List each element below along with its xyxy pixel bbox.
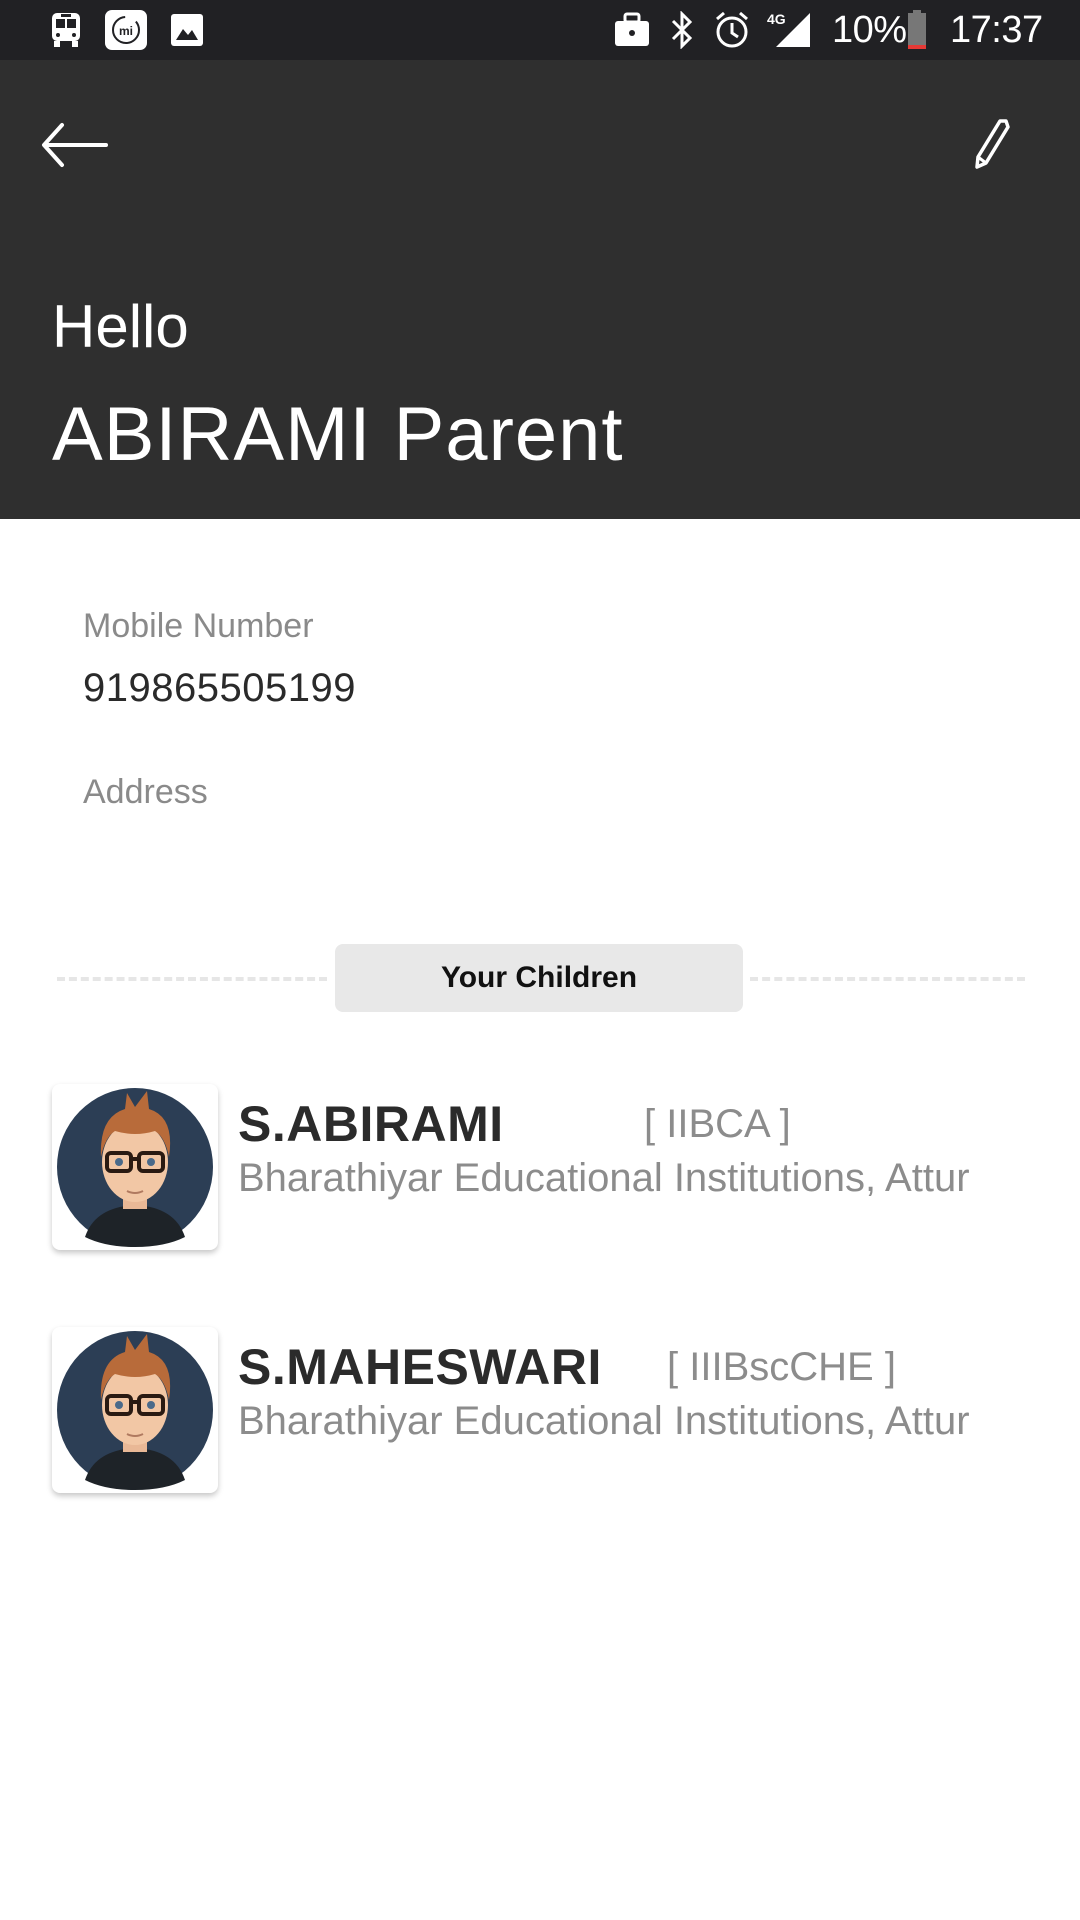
alarm-icon xyxy=(712,11,752,48)
your-children-heading: Your Children xyxy=(335,944,743,1012)
parent-name: ABIRAMI Parent xyxy=(52,392,624,477)
avatar xyxy=(52,1327,218,1493)
child-list-item[interactable]: S.ABIRAMI [ IIBCA ] Bharathiyar Educatio… xyxy=(52,1084,1032,1254)
child-class: [ IIBCA ] xyxy=(644,1102,791,1146)
svg-text:mi: mi xyxy=(119,24,133,38)
child-school: Bharathiyar Educational Institutions, At… xyxy=(238,1156,970,1200)
clock-time: 17:37 xyxy=(950,9,1043,51)
greeting-text: Hello xyxy=(52,293,189,360)
section-divider-right xyxy=(750,977,1025,981)
signal-4g-icon: 4G xyxy=(766,11,812,48)
battery-percent: 10% xyxy=(832,9,907,51)
student-avatar-icon xyxy=(57,1331,213,1490)
arrow-left-icon xyxy=(42,123,108,167)
mi-app-icon: mi xyxy=(104,10,148,50)
edit-button[interactable] xyxy=(960,115,1020,175)
briefcase-icon xyxy=(612,12,652,48)
child-name: S.MAHESWARI xyxy=(238,1339,602,1395)
pencil-icon xyxy=(975,119,1010,169)
address-label: Address xyxy=(83,773,208,811)
back-button[interactable] xyxy=(40,115,110,175)
child-class: [ IIIBscCHE ] xyxy=(667,1345,896,1389)
battery-icon xyxy=(906,10,928,49)
mobile-number-label: Mobile Number xyxy=(83,607,314,645)
student-avatar-icon xyxy=(57,1088,213,1247)
avatar xyxy=(52,1084,218,1250)
network-label: 4G xyxy=(767,11,786,27)
bluetooth-icon xyxy=(668,11,696,49)
gallery-icon xyxy=(170,12,204,48)
child-name: S.ABIRAMI xyxy=(238,1096,504,1152)
status-bar: mi 4G 10% 17:37 xyxy=(0,0,1080,60)
section-divider-left xyxy=(57,977,327,981)
mobile-number-value: 919865505199 xyxy=(83,666,356,710)
profile-header: Hello ABIRAMI Parent xyxy=(0,60,1080,519)
child-list-item[interactable]: S.MAHESWARI [ IIIBscCHE ] Bharathiyar Ed… xyxy=(52,1327,1032,1497)
child-school: Bharathiyar Educational Institutions, At… xyxy=(238,1399,970,1443)
bus-icon xyxy=(48,12,84,48)
